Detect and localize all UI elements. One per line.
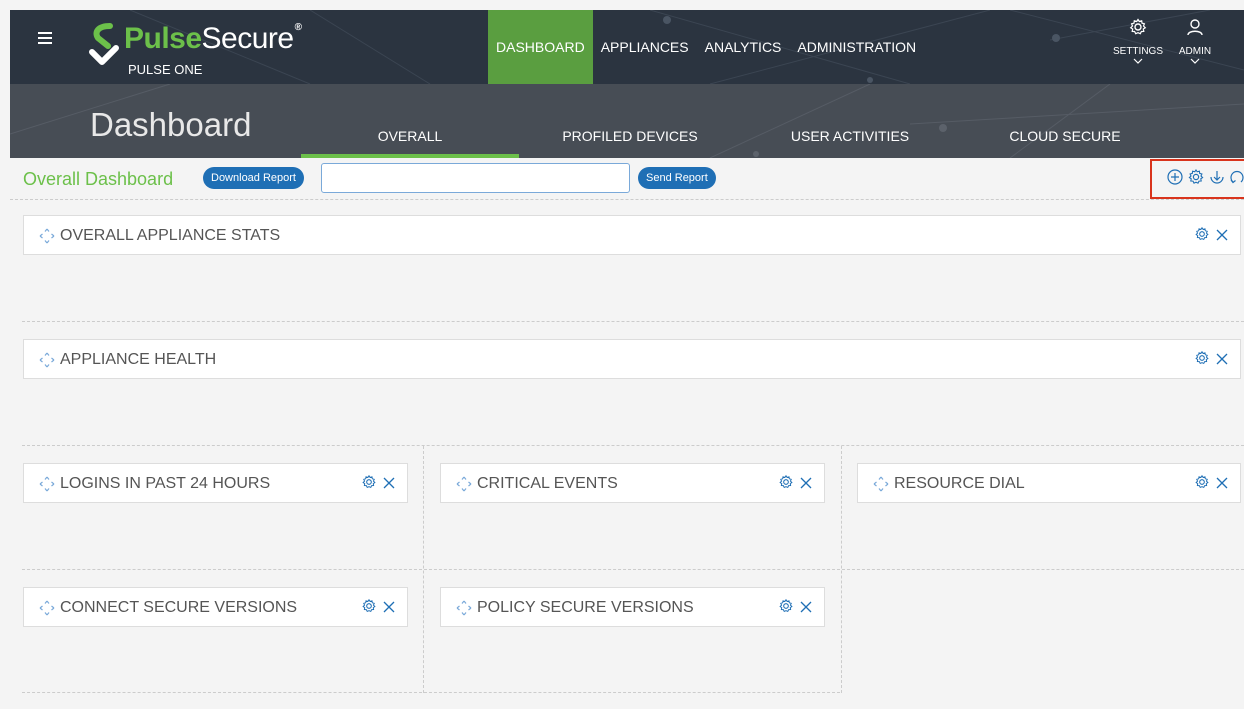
widget-settings-icon[interactable] bbox=[1194, 474, 1210, 495]
brand-pulse-text: Pulse bbox=[124, 22, 202, 55]
widget-resource-dial: RESOURCE DIAL bbox=[857, 463, 1241, 503]
admin-menu[interactable]: ADMIN bbox=[1170, 10, 1220, 64]
settings-icon[interactable] bbox=[1187, 168, 1205, 191]
widget-controls bbox=[361, 598, 395, 619]
user-icon bbox=[1187, 19, 1203, 36]
product-name: PULSE ONE bbox=[128, 62, 203, 77]
menu-icon[interactable] bbox=[38, 32, 52, 44]
move-handle-icon[interactable] bbox=[455, 599, 473, 622]
move-handle-icon[interactable] bbox=[38, 475, 56, 498]
tab-profiled-devices[interactable]: PROFILED DEVICES bbox=[550, 84, 710, 158]
close-icon[interactable] bbox=[1216, 352, 1228, 370]
settings-label: SETTINGS bbox=[1112, 46, 1163, 57]
close-icon[interactable] bbox=[1216, 228, 1228, 246]
widget-settings-icon[interactable] bbox=[778, 598, 794, 619]
widget-title: POLICY SECURE VERSIONS bbox=[477, 599, 694, 616]
chevron-down-icon bbox=[1190, 58, 1200, 64]
tab-cloud-secure[interactable]: CLOUD SECURE bbox=[1000, 84, 1130, 158]
widget-overall-appliance-stats: OVERALL APPLIANCE STATS bbox=[23, 215, 1241, 255]
brand-secure-text: Secure bbox=[201, 22, 295, 55]
send-report-button[interactable]: Send Report bbox=[638, 167, 716, 189]
download-report-button[interactable]: Download Report bbox=[203, 167, 304, 189]
widget-title: APPLIANCE HEALTH bbox=[60, 351, 217, 368]
column-divider bbox=[841, 446, 842, 693]
settings-menu[interactable]: SETTINGS bbox=[1108, 10, 1168, 64]
nav-appliances[interactable]: APPLIANCES bbox=[593, 10, 697, 84]
widget-settings-icon[interactable] bbox=[1194, 226, 1210, 247]
dashboard-subheader: Dashboard OVERALL PROFILED DEVICES USER … bbox=[10, 84, 1244, 158]
widget-logins-past-24-hours: LOGINS IN PAST 24 HOURS bbox=[23, 463, 408, 503]
close-icon[interactable] bbox=[383, 476, 395, 494]
refresh-icon[interactable] bbox=[1229, 168, 1244, 191]
main-navigation: DASHBOARD APPLIANCES ANALYTICS ADMINISTR… bbox=[488, 10, 924, 84]
add-widget-icon[interactable] bbox=[1166, 168, 1184, 191]
dashboard-title: Overall Dashboard bbox=[23, 169, 174, 189]
tab-overall[interactable]: OVERALL bbox=[301, 84, 519, 158]
widget-controls bbox=[778, 474, 812, 495]
widget-title: CONNECT SECURE VERSIONS bbox=[60, 599, 298, 616]
widget-controls bbox=[1194, 350, 1228, 371]
widget-title: OVERALL APPLIANCE STATS bbox=[60, 227, 281, 244]
widget-settings-icon[interactable] bbox=[778, 474, 794, 495]
nav-analytics[interactable]: ANALYTICS bbox=[697, 10, 790, 84]
move-handle-icon[interactable] bbox=[38, 599, 56, 622]
page-title: Dashboard bbox=[90, 106, 252, 143]
move-handle-icon[interactable] bbox=[872, 475, 890, 498]
widget-controls bbox=[1194, 226, 1228, 247]
close-icon[interactable] bbox=[1216, 476, 1228, 494]
nav-dashboard[interactable]: DASHBOARD bbox=[488, 10, 593, 84]
widget-settings-icon[interactable] bbox=[361, 474, 377, 495]
admin-label: ADMIN bbox=[1178, 46, 1212, 57]
chevron-down-icon bbox=[1133, 58, 1143, 64]
widget-policy-secure-versions: POLICY SECURE VERSIONS bbox=[440, 587, 825, 627]
download-icon[interactable] bbox=[1208, 168, 1226, 191]
brand-name: PulseSecure® bbox=[124, 22, 302, 56]
widget-controls bbox=[361, 474, 395, 495]
brand-registered-mark: ® bbox=[294, 22, 302, 33]
tab-user-activities[interactable]: USER ACTIVITIES bbox=[780, 84, 920, 158]
dashboard-actions bbox=[1150, 159, 1244, 199]
column-divider bbox=[423, 446, 424, 693]
widget-controls bbox=[778, 598, 812, 619]
report-email-input[interactable] bbox=[321, 163, 630, 193]
close-icon[interactable] bbox=[800, 476, 812, 494]
widget-critical-events: CRITICAL EVENTS bbox=[440, 463, 825, 503]
gear-icon bbox=[1129, 18, 1147, 35]
widget-title: RESOURCE DIAL bbox=[894, 475, 1025, 492]
move-handle-icon[interactable] bbox=[38, 351, 56, 374]
widget-title: LOGINS IN PAST 24 HOURS bbox=[60, 475, 271, 492]
widget-appliance-health: APPLIANCE HEALTH bbox=[23, 339, 1241, 379]
widget-title: CRITICAL EVENTS bbox=[477, 475, 618, 492]
widget-connect-secure-versions: CONNECT SECURE VERSIONS bbox=[23, 587, 408, 627]
close-icon[interactable] bbox=[800, 600, 812, 618]
widget-controls bbox=[1194, 474, 1228, 495]
pulse-secure-logo-mark bbox=[89, 23, 119, 65]
close-icon[interactable] bbox=[383, 600, 395, 618]
nav-administration[interactable]: ADMINISTRATION bbox=[789, 10, 924, 84]
move-handle-icon[interactable] bbox=[455, 475, 473, 498]
widget-settings-icon[interactable] bbox=[1194, 350, 1210, 371]
dashboard-toolbar: Overall Dashboard Download Report Send R… bbox=[10, 158, 1244, 200]
top-navigation-bar: PulseSecure® PULSE ONE DASHBOARD APPLIAN… bbox=[10, 10, 1244, 84]
move-handle-icon[interactable] bbox=[38, 227, 56, 250]
widget-settings-icon[interactable] bbox=[361, 598, 377, 619]
